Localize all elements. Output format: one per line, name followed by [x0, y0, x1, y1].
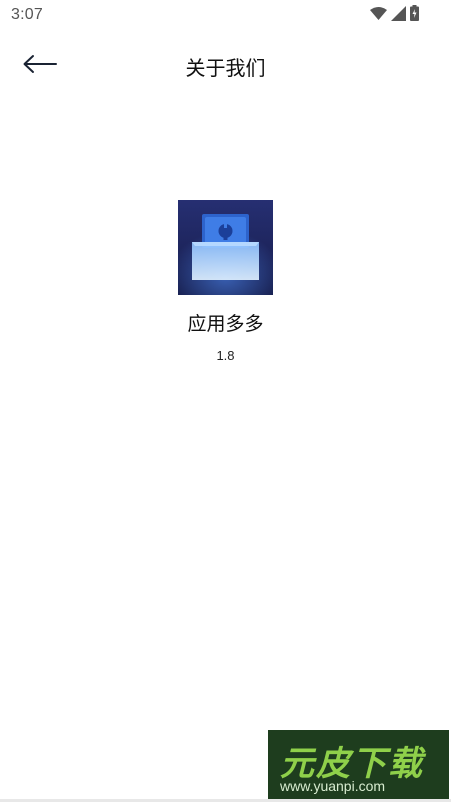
page-title: 关于我们 [185, 56, 266, 80]
status-time: 3:07 [11, 6, 43, 23]
status-bar: 3:07 [0, 0, 451, 30]
signal-icon [391, 5, 406, 25]
wifi-icon [370, 6, 387, 25]
app-bar: 关于我们 [0, 30, 451, 102]
status-icons [370, 5, 419, 25]
watermark-url: www.yuanpi.com [280, 778, 386, 794]
app-logo [178, 200, 273, 295]
watermark-logo: 元皮下载 www.yuanpi.com [268, 730, 449, 802]
app-name: 应用多多 [187, 313, 264, 335]
app-version: 1.8 [216, 348, 235, 363]
battery-icon [410, 5, 419, 25]
